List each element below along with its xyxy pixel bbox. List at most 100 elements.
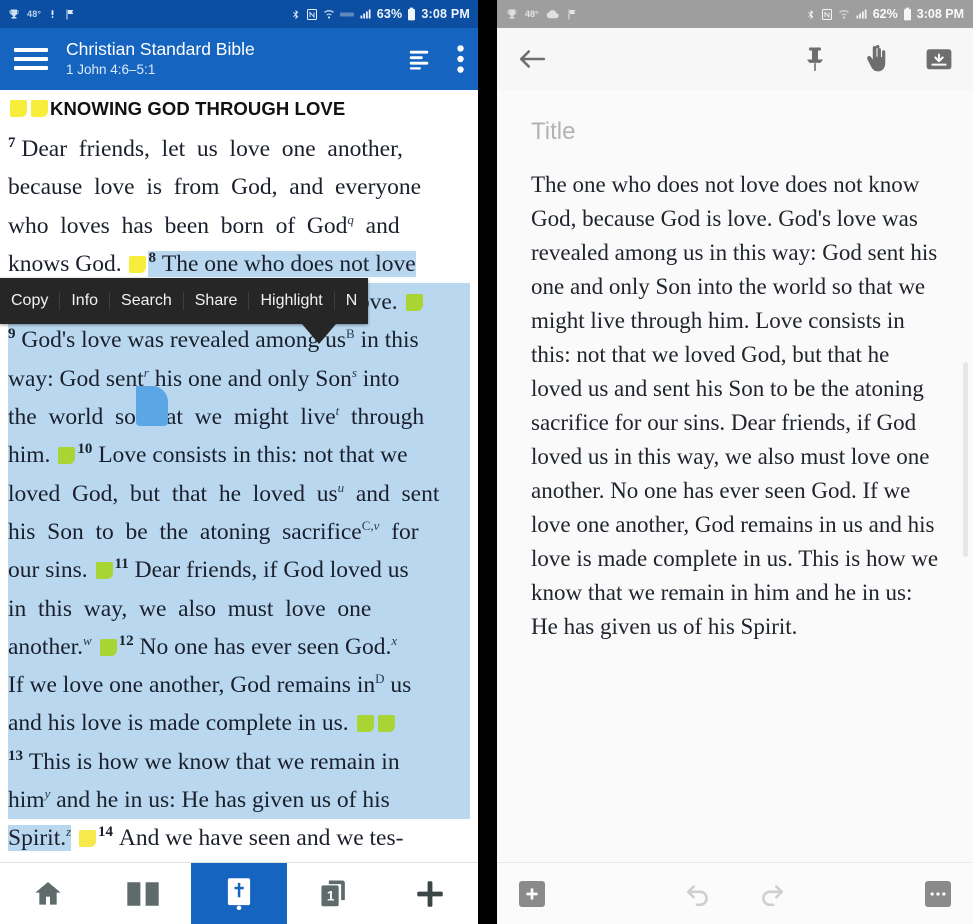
context-menu-item-note[interactable]: N	[333, 292, 369, 310]
note-marker-yellow-icon[interactable]	[31, 100, 48, 117]
bible-reader-panel: 48° 63% 3:08 PM Christian Standard Bible…	[0, 0, 478, 924]
undo-redo-group	[545, 882, 925, 906]
context-menu-caret	[302, 324, 336, 344]
scripture-line-selected: another.w 12 No one has ever seen God.x	[8, 627, 470, 667]
clock-label: 3:08 PM	[421, 7, 470, 21]
cloud-icon	[546, 9, 559, 20]
alert-icon	[48, 8, 57, 20]
passage-heading: KNOWING GOD THROUGH LOVE	[50, 98, 346, 119]
add-square-icon[interactable]	[519, 880, 545, 907]
hamburger-menu-icon[interactable]	[14, 48, 48, 70]
sidebar-item-tabs[interactable]: 1	[287, 863, 383, 924]
trophy-icon	[8, 8, 20, 20]
note-scrollbar[interactable]	[963, 362, 968, 557]
app-bar-titles[interactable]: Christian Standard Bible 1 John 4:6–5:1	[66, 39, 407, 79]
sidebar-item-library[interactable]	[96, 863, 192, 924]
context-menu-item-share[interactable]: Share	[182, 292, 249, 310]
pin-icon[interactable]	[803, 46, 827, 72]
scripture-line-selected: way: God sentr his one and only Sons int…	[8, 359, 470, 399]
undo-icon[interactable]	[684, 882, 712, 906]
note-marker-green-icon[interactable]	[377, 715, 395, 733]
more-options-icon[interactable]	[925, 880, 951, 907]
battery-percent-label: 62%	[872, 7, 898, 21]
bottom-navigation-bar: 1	[0, 862, 478, 924]
scripture-reading-area[interactable]: KNOWING GOD THROUGH LOVE 7 Dear friends,…	[0, 90, 478, 862]
scripture-line-selected: 9 God's love was revealed among usB in t…	[8, 321, 470, 360]
bible-book-icon	[223, 877, 255, 911]
status-bar-left-icons: 48°	[8, 8, 76, 21]
text-format-icon[interactable]	[407, 48, 431, 70]
note-marker-yellow-icon[interactable]	[10, 100, 27, 117]
overflow-menu-icon[interactable]	[457, 45, 464, 73]
flag-icon	[64, 8, 76, 21]
scripture-line: Spirit.z 14 And we have seen and we tes-	[8, 824, 404, 852]
context-menu-item-search[interactable]: Search	[109, 292, 183, 310]
signal-bars-icon	[359, 8, 372, 20]
scripture-line-selected: in this way, we also must love one	[8, 589, 470, 628]
note-marker-green-icon[interactable]	[99, 638, 117, 656]
trophy-icon	[506, 8, 518, 20]
note-marker-green-icon[interactable]	[356, 715, 374, 733]
nfc-icon	[821, 8, 833, 21]
home-icon	[32, 878, 64, 910]
status-bar-right-icons: 63% 3:08 PM	[290, 7, 470, 21]
note-editor-bottom-bar	[497, 862, 973, 924]
bluetooth-icon	[805, 8, 816, 21]
scripture-line: because love is from God, and everyone	[8, 174, 422, 201]
scripture-line: 7 Dear friends, let us love one another,	[8, 135, 403, 162]
context-menu-item-copy[interactable]: Copy	[0, 292, 59, 310]
note-toolbar-actions	[803, 45, 953, 73]
back-arrow-icon[interactable]	[517, 46, 547, 72]
note-marker-green-icon[interactable]	[405, 294, 423, 312]
context-menu-item-info[interactable]: Info	[59, 292, 109, 310]
panel-divider	[478, 0, 497, 924]
bible-app-bar: Christian Standard Bible 1 John 4:6–5:1	[0, 28, 478, 90]
scripture-line-selected: 13 This is how we know that we remain in	[8, 742, 470, 782]
page-title: Christian Standard Bible	[66, 39, 255, 60]
battery-icon	[903, 7, 912, 21]
flag-icon	[566, 8, 578, 21]
note-marker-yellow-icon[interactable]	[129, 255, 147, 273]
bluetooth-icon	[290, 8, 301, 21]
scripture-line-selected: his Son to be the atoning sacrificeC,v f…	[8, 512, 470, 552]
app-bar-actions	[407, 45, 464, 73]
weather-temperature: 48°	[525, 9, 539, 19]
battery-icon	[407, 7, 416, 21]
note-editor-panel: 48° 62% 3:08 PM Title The one who does n…	[497, 0, 973, 924]
screenshot-root: 48° 63% 3:08 PM Christian Standard Bible…	[0, 0, 973, 924]
scripture-text[interactable]: 7 Dear friends, let us love one another,…	[0, 130, 478, 862]
redo-icon[interactable]	[758, 882, 786, 906]
selection-handle-start[interactable]	[136, 386, 168, 426]
sidebar-item-add[interactable]	[382, 863, 478, 924]
note-marker-yellow-icon[interactable]	[79, 830, 97, 848]
hand-touch-icon[interactable]	[863, 45, 889, 73]
lte-icon	[339, 10, 354, 19]
passage-heading-row: KNOWING GOD THROUGH LOVE	[0, 90, 478, 120]
plus-icon	[413, 877, 447, 911]
scripture-line-selected: himy and he in us: He has given us of hi…	[8, 781, 470, 820]
sidebar-item-bible[interactable]	[191, 863, 287, 924]
weather-temperature: 48°	[27, 9, 42, 19]
clock-label: 3:08 PM	[916, 7, 964, 21]
archive-box-icon[interactable]	[925, 46, 953, 72]
wifi-icon	[838, 8, 850, 20]
battery-percent-label: 63%	[376, 7, 403, 21]
open-book-icon	[126, 879, 160, 909]
note-title-input[interactable]: Title	[531, 118, 939, 146]
svg-text:1: 1	[326, 888, 334, 903]
scripture-line: who loves has been born of Godq and	[8, 211, 400, 239]
status-bar-right-right-icons: 62% 3:08 PM	[805, 7, 964, 21]
scripture-line-selected: loved God, but that he loved usu and sen…	[8, 474, 470, 513]
context-menu-item-highlight[interactable]: Highlight	[248, 292, 333, 310]
status-bar-right-left-icons: 48°	[506, 8, 578, 21]
scripture-line-selected: the world so that we might livet through	[8, 398, 470, 437]
scripture-line-selected: our sins. 11 Dear friends, if God loved …	[8, 551, 470, 590]
note-marker-green-icon[interactable]	[58, 447, 76, 465]
sidebar-item-home[interactable]	[0, 863, 96, 924]
note-editor-toolbar	[497, 28, 973, 90]
note-content-area[interactable]: Title The one who does not love does not…	[497, 90, 973, 862]
note-body-input[interactable]: The one who does not love does not know …	[531, 168, 939, 644]
note-marker-green-icon[interactable]	[95, 562, 113, 580]
wifi-icon	[323, 8, 335, 20]
signal-bars-icon	[855, 8, 868, 20]
